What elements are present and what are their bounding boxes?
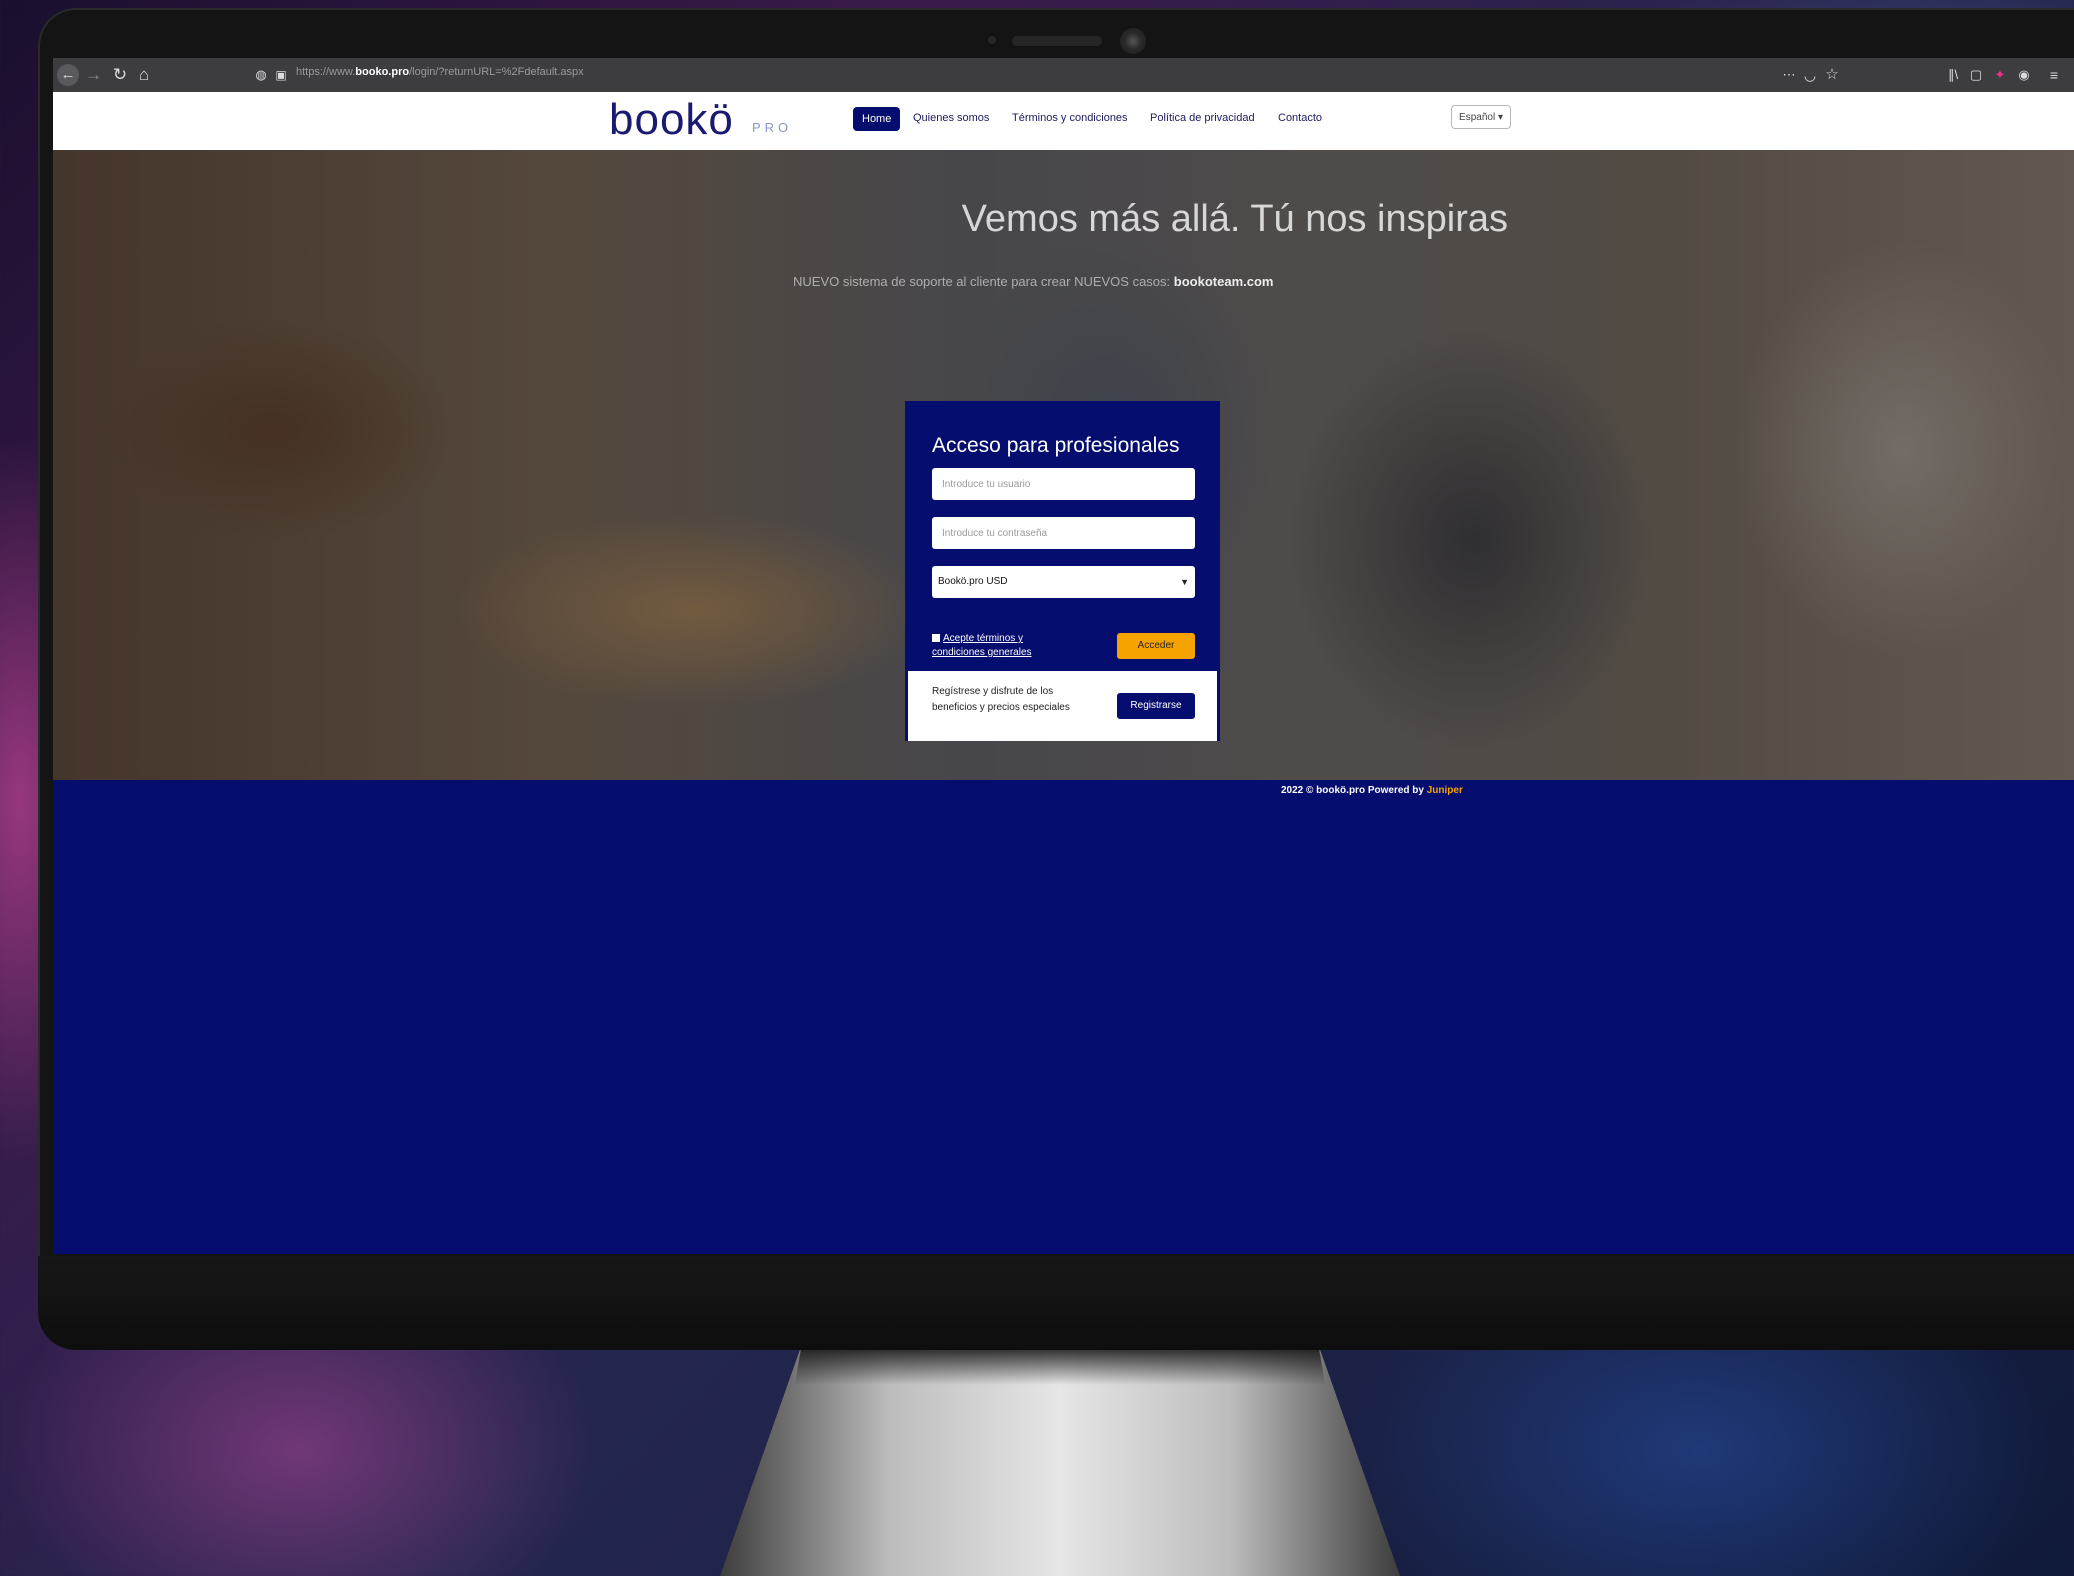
extension-icon[interactable]: ✦ xyxy=(1991,64,2009,86)
support-link[interactable]: bookoteam.com xyxy=(1174,274,1274,289)
back-arrow-icon[interactable]: ← xyxy=(57,64,79,86)
chevron-down-icon: ▼ xyxy=(1180,577,1189,587)
site-select-value: Bookö.pro USD xyxy=(938,576,1008,587)
forward-arrow-icon[interactable]: → xyxy=(85,64,102,86)
url-prefix: https://www. xyxy=(296,66,356,78)
nav-quienes-somos[interactable]: Quienes somos xyxy=(913,112,989,124)
pocket-icon[interactable]: ◡ xyxy=(1801,64,1819,86)
nav-contacto[interactable]: Contacto xyxy=(1278,112,1322,124)
imac-chin xyxy=(38,1256,2074,1350)
hero-title: Vemos más allá. Tú nos inspiras xyxy=(961,198,1508,240)
browser-toolbar: ← → ↻ ⌂ ◍ ▣ https://www.booko.pro/login/… xyxy=(53,58,2074,92)
shield-icon[interactable]: ◍ xyxy=(253,64,269,86)
terms-checkbox[interactable] xyxy=(932,634,940,643)
monitor-screen: ← → ↻ ⌂ ◍ ▣ https://www.booko.pro/login/… xyxy=(53,58,2074,1254)
ambient-sensor xyxy=(988,36,996,44)
register-panel: Regístrese y disfrute de los beneficios … xyxy=(908,671,1217,741)
more-actions-icon[interactable]: ⋯ xyxy=(1779,64,1799,86)
sidebar-icon[interactable]: ▢ xyxy=(1967,64,1985,86)
address-bar[interactable]: https://www.booko.pro/login/?returnURL=%… xyxy=(296,66,584,78)
library-icon[interactable]: ∥\ xyxy=(1943,64,1963,86)
hero-subtitle: NUEVO sistema de soporte al cliente para… xyxy=(793,274,1273,289)
camera xyxy=(1120,28,1146,54)
username-input[interactable] xyxy=(932,468,1195,500)
home-icon[interactable]: ⌂ xyxy=(135,64,153,86)
nav-home[interactable]: Home xyxy=(853,107,901,131)
nav-privacidad[interactable]: Política de privacidad xyxy=(1150,112,1255,124)
password-input[interactable] xyxy=(932,517,1195,549)
site-logo[interactable]: bookö xyxy=(609,98,734,142)
footer-copyright: 2022 © bookö.pro Powered by Juniper xyxy=(1281,785,1463,796)
site-select[interactable]: Bookö.pro USD ▼ xyxy=(932,566,1195,598)
hero-subtitle-text: NUEVO sistema de soporte al cliente para… xyxy=(793,274,1171,289)
terms-link[interactable]: Acepte términos y condiciones generales xyxy=(932,633,1032,658)
url-path: /login/?returnURL=%2Fdefault.aspx xyxy=(409,66,584,78)
register-text: Regístrese y disfrute de los beneficios … xyxy=(932,686,1070,713)
reload-icon[interactable]: ↻ xyxy=(111,64,129,86)
site-logo-suffix: PRO xyxy=(752,120,793,135)
terms-checkbox-group[interactable]: Acepte términos y condiciones generales xyxy=(932,632,1062,660)
site-header: bookö PRO Home Quienes somos Términos y … xyxy=(53,92,2074,150)
bookmark-star-icon[interactable]: ☆ xyxy=(1823,64,1841,86)
powered-by-link[interactable]: Juniper xyxy=(1427,785,1463,796)
nav-terminos[interactable]: Términos y condiciones xyxy=(1012,112,1128,124)
login-button[interactable]: Acceder xyxy=(1117,633,1195,659)
lock-icon[interactable]: ▣ xyxy=(273,64,289,86)
account-icon[interactable]: ◉ xyxy=(2015,64,2033,86)
copyright-text: 2022 © bookö.pro Powered by xyxy=(1281,785,1424,796)
register-button[interactable]: Registrarse xyxy=(1117,693,1195,719)
url-domain: booko.pro xyxy=(355,66,410,78)
language-dropdown[interactable]: Español ▾ xyxy=(1451,105,1511,129)
login-panel: Acceso para profesionales Bookö.pro USD … xyxy=(905,401,1220,741)
camera-housing xyxy=(1012,36,1102,46)
imac-stand-shadow xyxy=(794,1345,1326,1385)
menu-icon[interactable]: ≡ xyxy=(2045,64,2063,86)
login-title: Acceso para profesionales xyxy=(932,434,1180,457)
